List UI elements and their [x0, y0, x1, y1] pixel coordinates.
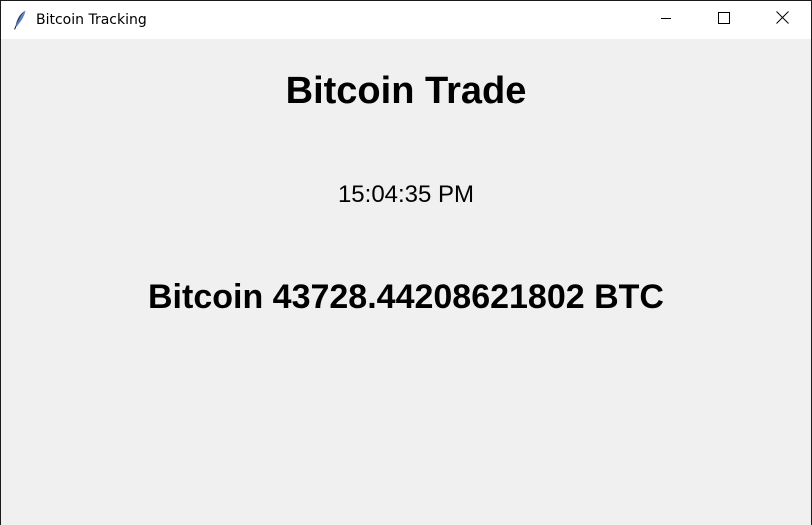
window-title: Bitcoin Tracking: [36, 12, 147, 28]
close-icon: [775, 11, 789, 29]
bitcoin-price-label: Bitcoin 43728.44208621802 BTC: [148, 278, 664, 316]
minimize-icon: [660, 11, 672, 29]
app-window: Bitcoin Tracking Bitcoin Trade 15:04:35 …: [0, 0, 812, 525]
maximize-icon: [718, 11, 730, 29]
page-title: Bitcoin Trade: [285, 70, 527, 112]
close-button[interactable]: [753, 1, 811, 39]
main-content: Bitcoin Trade 15:04:35 PM Bitcoin 43728.…: [1, 39, 811, 525]
maximize-button[interactable]: [695, 1, 753, 39]
time-label: 15:04:35 PM: [337, 181, 475, 208]
title-bar[interactable]: Bitcoin Tracking: [1, 1, 811, 39]
minimize-button[interactable]: [637, 1, 695, 39]
feather-icon: [13, 10, 27, 30]
